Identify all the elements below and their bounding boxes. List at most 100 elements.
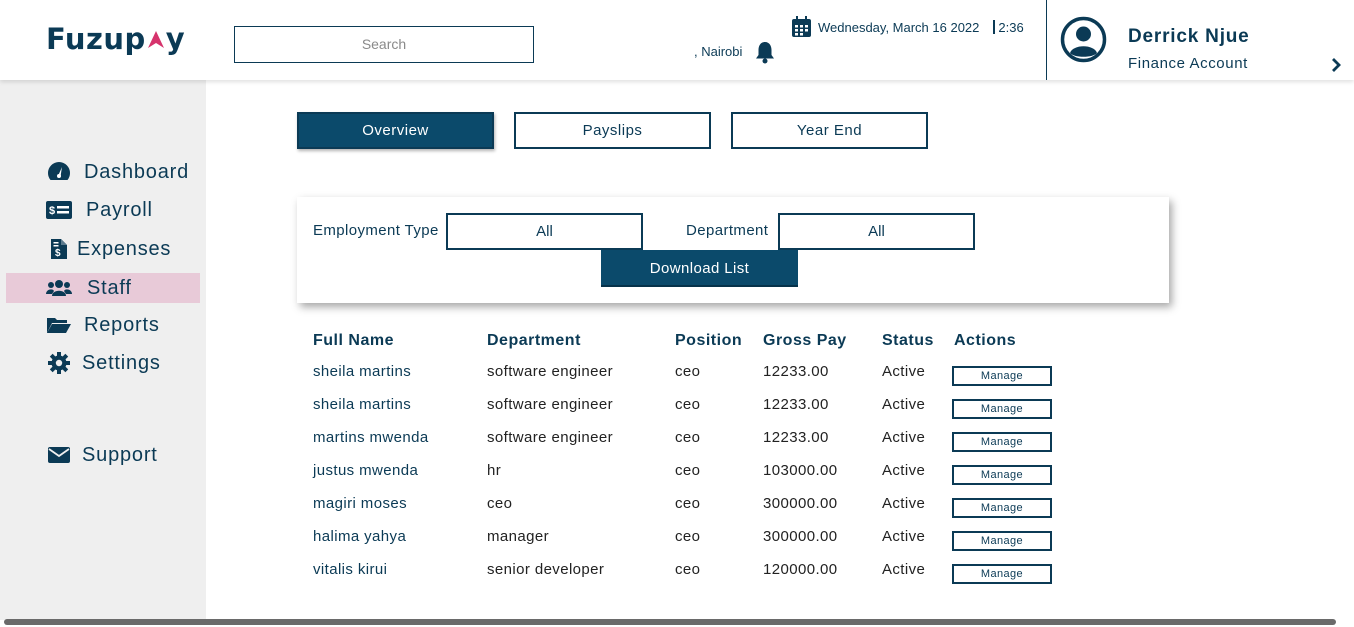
gauge-icon: [46, 161, 72, 183]
header-divider: [1046, 0, 1047, 80]
cell-gross-pay: 12233.00: [763, 396, 829, 413]
cell-gross-pay: 300000.00: [763, 495, 838, 512]
column-header-department: Department: [487, 332, 581, 349]
cell-status: Active: [882, 462, 926, 479]
column-header-position: Position: [675, 332, 743, 349]
column-header-status: Status: [882, 332, 934, 349]
top-header: Fuzup y Search Wednesday, March 16 2022 2…: [0, 0, 1354, 80]
cell-department: manager: [487, 528, 550, 545]
cell-status: Active: [882, 363, 926, 380]
cell-status: Active: [882, 561, 926, 578]
cell-status: Active: [882, 528, 926, 545]
sidebar-item-staff[interactable]: Staff: [6, 273, 200, 303]
logo-text: Fuzup: [46, 22, 146, 56]
date-time-separator: [993, 20, 996, 34]
table-row: martins mwenda software engineer ceo 122…: [0, 429, 1354, 462]
user-name: Derrick Njue: [1128, 26, 1250, 47]
table-row: sheila martins software engineer ceo 122…: [0, 396, 1354, 429]
cell-position: ceo: [675, 495, 701, 512]
column-header-actions: Actions: [954, 332, 1017, 349]
cell-status: Active: [882, 495, 926, 512]
current-time: 2:36: [998, 19, 1024, 35]
manage-button[interactable]: Manage: [952, 366, 1052, 386]
sidebar-item-label: Payroll: [86, 198, 153, 221]
user-avatar-icon[interactable]: [1060, 16, 1107, 63]
sidebar-item-payroll[interactable]: $ Payroll: [6, 195, 200, 225]
svg-text:$: $: [55, 248, 61, 259]
tab-payslips[interactable]: Payslips: [514, 112, 711, 149]
cell-full-name[interactable]: sheila martins: [313, 396, 411, 413]
department-select[interactable]: All: [778, 213, 975, 250]
cell-full-name[interactable]: martins mwenda: [313, 429, 429, 446]
cell-department: software engineer: [487, 429, 614, 446]
sidebar-item-label: Reports: [84, 313, 160, 336]
horizontal-scrollbar[interactable]: [4, 619, 1336, 625]
search-input[interactable]: Search: [234, 26, 534, 63]
table-row: magiri moses ceo ceo 300000.00 Active Ma…: [0, 495, 1354, 528]
tab-overview[interactable]: Overview: [297, 112, 494, 149]
cell-department: senior developer: [487, 561, 605, 578]
invoice-dollar-icon: $: [46, 238, 72, 260]
sidebar-item-label: Staff: [87, 276, 132, 299]
cell-position: ceo: [675, 528, 701, 545]
cell-full-name[interactable]: vitalis kirui: [313, 561, 387, 578]
money-bill-icon: $: [46, 199, 72, 221]
manage-button[interactable]: Manage: [952, 399, 1052, 419]
column-header-gross-pay: Gross Pay: [763, 332, 847, 349]
employment-type-label: Employment Type: [313, 222, 439, 239]
filter-panel: Employment Type All Department All Downl…: [297, 197, 1169, 303]
cell-status: Active: [882, 396, 926, 413]
location-text: , Nairobi: [694, 44, 743, 59]
table-row: justus mwenda hr ceo 103000.00 Active Ma…: [0, 462, 1354, 495]
fuzupay-logo[interactable]: Fuzup y: [46, 22, 185, 56]
tab-year-end[interactable]: Year End: [731, 112, 928, 149]
sidebar-item-dashboard[interactable]: Dashboard: [6, 157, 200, 187]
current-date: Wednesday, March 16 2022: [818, 19, 980, 35]
cell-full-name[interactable]: magiri moses: [313, 495, 407, 512]
svg-text:$: $: [49, 205, 55, 217]
cell-department: hr: [487, 462, 502, 479]
user-role: Finance Account: [1128, 55, 1248, 72]
cell-position: ceo: [675, 429, 701, 446]
cell-gross-pay: 12233.00: [763, 429, 829, 446]
employment-type-select[interactable]: All: [446, 213, 643, 250]
cell-department: ceo: [487, 495, 513, 512]
table-row: halima yahya manager ceo 300000.00 Activ…: [0, 528, 1354, 561]
sidebar-item-reports[interactable]: Reports: [6, 310, 200, 340]
cell-department: software engineer: [487, 396, 614, 413]
cell-gross-pay: 300000.00: [763, 528, 838, 545]
manage-button[interactable]: Manage: [952, 498, 1052, 518]
cell-position: ceo: [675, 363, 701, 380]
download-list-button[interactable]: Download List: [601, 250, 798, 287]
sidebar-item-label: Dashboard: [84, 160, 190, 183]
cell-gross-pay: 120000.00: [763, 561, 838, 578]
calendar-icon: [792, 16, 811, 37]
manage-button[interactable]: Manage: [952, 564, 1052, 584]
cell-position: ceo: [675, 396, 701, 413]
logo-triangle-icon: [147, 31, 164, 48]
cell-full-name[interactable]: justus mwenda: [313, 462, 418, 479]
logo-accent: [146, 22, 166, 56]
cell-full-name[interactable]: halima yahya: [313, 528, 406, 545]
cell-status: Active: [882, 429, 926, 446]
cell-department: software engineer: [487, 363, 614, 380]
cell-position: ceo: [675, 462, 701, 479]
users-icon: [46, 277, 72, 299]
sidebar-item-label: Expenses: [77, 237, 172, 260]
cell-position: ceo: [675, 561, 701, 578]
manage-button[interactable]: Manage: [952, 432, 1052, 452]
cell-gross-pay: 12233.00: [763, 363, 829, 380]
logo-tail: y: [165, 22, 186, 56]
cell-gross-pay: 103000.00: [763, 462, 838, 479]
chevron-right-icon[interactable]: [1329, 57, 1343, 73]
date-time: Wednesday, March 16 2022 2:36: [791, 16, 1024, 38]
manage-button[interactable]: Manage: [952, 531, 1052, 551]
cell-full-name[interactable]: sheila martins: [313, 363, 411, 380]
notification-bell-icon[interactable]: [754, 40, 776, 64]
table-row: sheila martins software engineer ceo 122…: [0, 363, 1354, 396]
department-label: Department: [686, 222, 769, 239]
manage-button[interactable]: Manage: [952, 465, 1052, 485]
table-row: vitalis kirui senior developer ceo 12000…: [0, 561, 1354, 594]
sidebar-item-expenses[interactable]: $ Expenses: [6, 234, 200, 264]
column-header-full-name: Full Name: [313, 332, 394, 349]
